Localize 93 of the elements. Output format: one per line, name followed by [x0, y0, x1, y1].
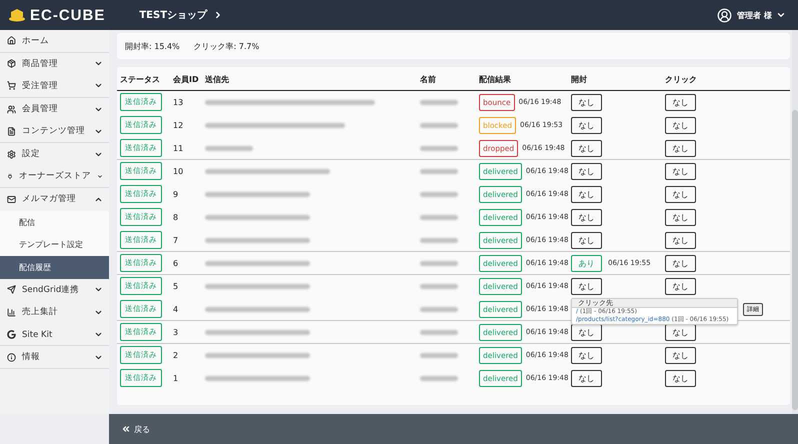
blurred-name — [420, 306, 458, 312]
g-logo-icon — [7, 330, 16, 340]
blurred-name — [420, 192, 458, 196]
click-button[interactable]: なし — [665, 186, 696, 202]
member-id: 8 — [173, 212, 180, 222]
click-button[interactable]: なし — [665, 278, 696, 294]
click-button[interactable]: なし — [665, 232, 696, 248]
paper-plane-icon — [7, 285, 16, 294]
sidebar-item[interactable]: 設定 — [0, 142, 109, 166]
open-button[interactable]: なし — [571, 232, 602, 248]
blurred-name — [420, 146, 458, 150]
sidebar-item[interactable]: 情報 — [0, 346, 109, 369]
open-button[interactable]: なし — [571, 370, 602, 386]
document-icon — [7, 126, 16, 136]
member-id: 7 — [173, 236, 180, 244]
column-header: 会員ID — [173, 74, 200, 84]
blurred-name — [420, 376, 458, 380]
member-id: 2 — [173, 350, 180, 360]
box-icon — [7, 59, 16, 68]
member-id: 12 — [173, 120, 184, 130]
blurred-name — [420, 352, 458, 358]
member-id: 13 — [173, 98, 184, 106]
settings-icon — [7, 150, 16, 159]
sidebar-item[interactable]: 売上集計 — [0, 301, 109, 324]
sidebar-item[interactable]: オーナーズストア — [0, 166, 109, 188]
info-icon — [7, 352, 16, 362]
click-button[interactable]: なし — [665, 346, 696, 364]
sidebar-item[interactable]: ホーム — [0, 30, 109, 53]
stat-text: 開封率: 15.4% — [125, 40, 180, 52]
blurred-name — [420, 168, 458, 174]
column-header: クリック — [665, 74, 698, 84]
open-button[interactable]: なし — [571, 162, 602, 180]
open-button[interactable]: なし — [571, 116, 602, 134]
member-id: 11 — [173, 144, 184, 152]
sidebar-item[interactable]: SendGrid連携 — [0, 278, 109, 302]
member-id: 3 — [173, 328, 180, 336]
member-id: 9 — [173, 190, 180, 198]
back-link[interactable]: 戻る — [121, 424, 150, 434]
sidebar-item[interactable]: 受注管理 — [0, 75, 109, 98]
sidebar-item[interactable]: メルマガ管理 — [0, 188, 109, 211]
open-button[interactable]: なし — [571, 140, 602, 156]
click-button[interactable]: なし — [665, 94, 696, 110]
column-header: 開封 — [571, 74, 588, 84]
click-button[interactable]: なし — [665, 162, 696, 180]
double-chevron-left-icon — [121, 424, 131, 434]
submenu-item[interactable]: 配信履歴 — [0, 256, 109, 279]
logo[interactable]: EC-CUBE — [30, 6, 106, 24]
mail-icon — [7, 194, 16, 204]
plug-icon — [7, 172, 13, 181]
cart-icon — [7, 81, 16, 90]
open-button[interactable]: なし — [571, 94, 602, 110]
blurred-name — [420, 214, 458, 220]
blurred-name — [420, 330, 458, 334]
people-icon — [7, 104, 16, 114]
member-id: 6 — [173, 258, 180, 268]
sidebar-item[interactable]: 会員管理 — [0, 98, 109, 120]
column-header: 配信結果 — [479, 74, 512, 84]
blurred-name — [420, 238, 458, 242]
click-button[interactable]: なし — [665, 254, 696, 272]
blurred-name — [420, 122, 458, 128]
column-header: 送信先 — [205, 74, 230, 84]
hat-logo-icon — [8, 8, 26, 22]
user-avatar-icon[interactable] — [717, 8, 732, 22]
open-button[interactable]: なし — [571, 346, 602, 364]
blurred-email — [205, 146, 253, 150]
sidebar-item[interactable]: コンテンツ管理 — [0, 120, 109, 143]
open-button[interactable]: なし — [571, 278, 602, 294]
click-button[interactable]: なし — [665, 116, 696, 134]
blurred-name — [420, 100, 458, 104]
click-button[interactable]: なし — [665, 208, 696, 226]
click-button[interactable]: なし — [665, 140, 696, 156]
bar-chart-icon — [7, 308, 16, 317]
column-header: ステータス — [120, 74, 161, 84]
click-button[interactable]: なし — [665, 370, 696, 386]
blurred-name — [420, 260, 458, 266]
member-id: 5 — [173, 282, 180, 290]
scrollbar[interactable] — [792, 30, 798, 414]
submenu-item[interactable]: 配信 — [0, 210, 109, 234]
column-header: 名前 — [420, 74, 437, 84]
open-button[interactable]: なし — [571, 208, 602, 226]
member-id: 4 — [173, 304, 180, 314]
chevron-down-icon[interactable] — [776, 10, 786, 20]
member-id: 1 — [173, 374, 180, 382]
sidebar-item[interactable]: Site Kit — [0, 324, 109, 346]
user-name[interactable]: 管理者 様 — [737, 10, 772, 20]
blurred-name — [420, 284, 458, 288]
member-id: 10 — [173, 166, 184, 176]
stat-text: クリック率: 7.7% — [194, 40, 260, 52]
submenu-item[interactable]: テンプレート設定 — [0, 233, 109, 256]
open-button[interactable]: なし — [571, 186, 602, 202]
home-icon — [7, 36, 16, 46]
sidebar-item[interactable]: 商品管理 — [0, 52, 109, 76]
shop-name[interactable]: TESTショップ — [139, 8, 208, 22]
